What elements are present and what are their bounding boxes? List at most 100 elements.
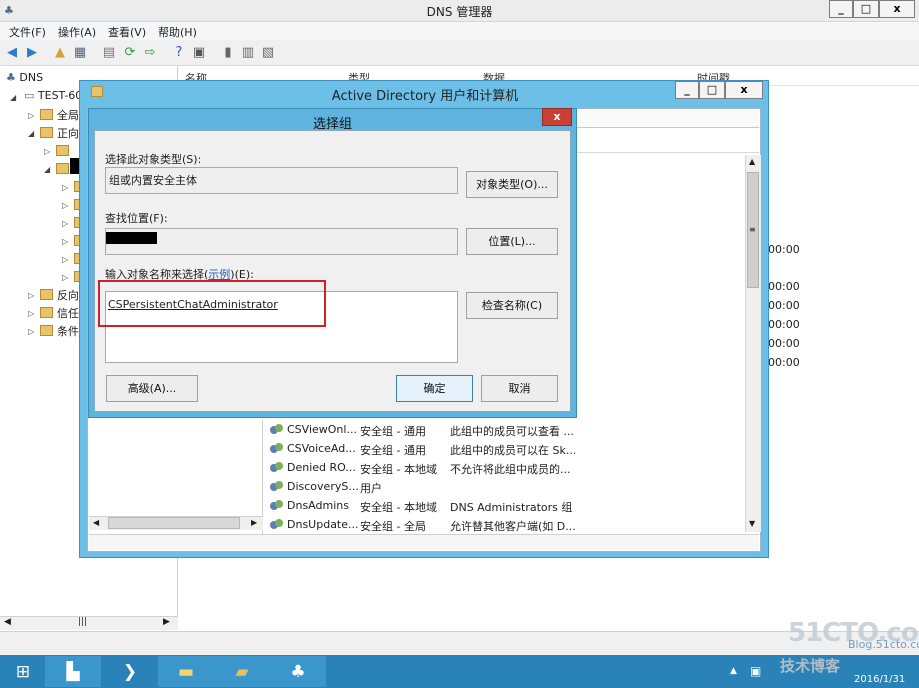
tree-global-logs[interactable]: 全局 xyxy=(57,107,79,123)
zone-folder-icon xyxy=(56,163,69,174)
watermark-sub: 技术博客 xyxy=(780,657,841,675)
redacted-block xyxy=(106,232,157,244)
up-folder-icon[interactable]: ▲ xyxy=(52,45,68,61)
forward-icon[interactable]: ▶ xyxy=(24,45,40,61)
group-icon xyxy=(270,499,284,511)
location-field xyxy=(105,228,458,255)
expand-icon[interactable]: ◢ xyxy=(28,129,34,138)
object-type-label: 选择此对象类型(S): xyxy=(105,153,202,166)
collapse-icon[interactable]: ▷ xyxy=(62,183,68,192)
scroll-left-icon[interactable]: ◀ xyxy=(93,518,99,527)
advanced-button[interactable]: 高级(A)... xyxy=(106,375,198,402)
scroll-thumb-icon[interactable]: ||| xyxy=(78,617,87,627)
tray-expand-icon[interactable]: ▲ xyxy=(730,666,737,676)
folder-icon: ▬ xyxy=(177,662,195,682)
list-item[interactable]: CSVoiceAd... 安全组 - 通用 此组中的成员可以在 Sk... xyxy=(270,442,575,458)
scroll-down-icon[interactable]: ▼ xyxy=(749,519,755,528)
powershell-icon: ❯ xyxy=(122,662,138,682)
start-button[interactable]: ⊞ xyxy=(10,662,36,682)
ad-close-button[interactable]: x xyxy=(725,81,763,99)
menu-file[interactable]: 文件(F) xyxy=(9,24,46,40)
ad-minimize-button[interactable]: _ xyxy=(675,81,699,99)
object-types-button[interactable]: 对象类型(O)... xyxy=(466,171,558,198)
console-icon[interactable]: ▣ xyxy=(191,45,207,61)
list-item[interactable]: Denied RO... 安全组 - 本地域 不允许将此组中成员的... xyxy=(270,461,575,477)
tree-trust-points[interactable]: 信任 xyxy=(57,305,79,321)
timestamp-cell: 00:00 xyxy=(768,280,800,293)
expand-icon[interactable]: ◢ xyxy=(44,165,50,174)
collapse-icon[interactable]: ▷ xyxy=(62,237,68,246)
collapse-icon[interactable]: ▷ xyxy=(28,309,34,318)
timestamp-cell: 00:00 xyxy=(768,243,800,256)
tree-forward-zones[interactable]: 正向 xyxy=(57,125,79,141)
folder-icon xyxy=(40,289,53,300)
ad-statusbar xyxy=(89,534,759,550)
tree-conditional-forwarders[interactable]: 条件 xyxy=(57,323,79,339)
dns-manager-icon: ♣ xyxy=(290,662,306,682)
scroll-right-icon[interactable]: ▶ xyxy=(163,617,170,627)
refresh-icon[interactable]: ⟳ xyxy=(122,45,138,61)
dns-statusbar xyxy=(0,631,919,655)
scroll-left-icon[interactable]: ◀ xyxy=(4,617,11,627)
dns-window-title: DNS 管理器 xyxy=(426,5,493,19)
server-node-icon: ▭ xyxy=(24,89,35,102)
menu-action[interactable]: 操作(A) xyxy=(58,24,96,40)
zone-folder-icon xyxy=(56,145,69,156)
collapse-icon[interactable]: ▷ xyxy=(44,147,50,156)
expand-icon[interactable]: ◢ xyxy=(10,93,16,102)
collapse-icon[interactable]: ▷ xyxy=(62,219,68,228)
dns-restore-button[interactable]: □ xyxy=(853,0,879,18)
group-icon xyxy=(270,442,284,454)
list-item[interactable]: DnsUpdate... 安全组 - 全局 允许替其他客户端(如 D... xyxy=(270,518,575,534)
ad-restore-button[interactable]: □ xyxy=(699,81,725,99)
cancel-button[interactable]: 取消 xyxy=(481,375,558,402)
dns-node-icon: ♣ xyxy=(6,71,16,84)
ad-list-header xyxy=(575,135,759,153)
ad-users-icon: ▰ xyxy=(235,662,249,682)
menu-help[interactable]: 帮助(H) xyxy=(158,24,197,40)
dns-close-button[interactable]: x xyxy=(879,0,915,18)
ok-button[interactable]: 确定 xyxy=(396,375,473,402)
folder-icon xyxy=(40,307,53,318)
menu-view[interactable]: 查看(V) xyxy=(108,24,146,40)
collapse-icon[interactable]: ▷ xyxy=(62,201,68,210)
tree-server[interactable]: ▭ TEST-60 xyxy=(24,89,82,102)
scroll-up-icon[interactable]: ▲ xyxy=(749,157,755,166)
export-icon[interactable]: ⇨ xyxy=(142,45,158,61)
tree-dns-root[interactable]: ♣ DNS xyxy=(6,71,43,84)
collapse-icon[interactable]: ▷ xyxy=(28,291,34,300)
show-tree-icon[interactable]: ▦ xyxy=(72,45,88,61)
network-icon[interactable]: ▣ xyxy=(750,664,761,678)
collapse-icon[interactable]: ▷ xyxy=(62,255,68,264)
object-type-field: 组或内置安全主体 xyxy=(105,167,458,194)
folder-icon xyxy=(40,109,53,120)
properties-icon[interactable]: ▤ xyxy=(101,45,117,61)
locations-button[interactable]: 位置(L)... xyxy=(466,228,558,255)
scroll-grip-icon: ≡ xyxy=(749,225,756,234)
dialog-close-button[interactable]: x xyxy=(542,108,572,126)
watermark-site: Blog.51cto.com xyxy=(848,638,919,651)
list-item[interactable]: DiscoveryS...用户 xyxy=(270,480,575,496)
list-item[interactable]: CSViewOnl... 安全组 - 通用 此组中的成员可以查看 ... xyxy=(270,423,575,439)
back-icon[interactable]: ◀ xyxy=(4,45,20,61)
zone-icon[interactable]: ▧ xyxy=(260,45,276,61)
ad-window-title: Active Directory 用户和计算机 xyxy=(331,89,519,104)
collapse-icon[interactable]: ▷ xyxy=(62,273,68,282)
tree-reverse-zones[interactable]: 反向 xyxy=(57,287,79,303)
list-icon[interactable]: ▥ xyxy=(240,45,256,61)
server-manager-icon: ▙ xyxy=(66,662,80,682)
collapse-icon[interactable]: ▷ xyxy=(28,111,34,120)
tray-date: 2016/1/31 xyxy=(854,674,906,685)
collapse-icon[interactable]: ▷ xyxy=(28,327,34,336)
ad-tree-scroll-thumb[interactable] xyxy=(108,517,240,529)
group-icon xyxy=(270,461,284,473)
dns-tree-scrollbar[interactable] xyxy=(0,616,178,630)
scroll-right-icon[interactable]: ▶ xyxy=(251,518,257,527)
list-item[interactable]: DnsAdmins 安全组 - 本地域 DNS Administrators 组 xyxy=(270,499,575,515)
server-icon[interactable]: ▮ xyxy=(220,45,236,61)
check-names-button[interactable]: 检查名称(C) xyxy=(466,292,558,319)
timestamp-cell: 00:00 xyxy=(768,318,800,331)
help-icon[interactable]: ? xyxy=(171,45,187,61)
dns-minimize-button[interactable]: _ xyxy=(829,0,853,18)
highlight-box xyxy=(98,280,326,327)
